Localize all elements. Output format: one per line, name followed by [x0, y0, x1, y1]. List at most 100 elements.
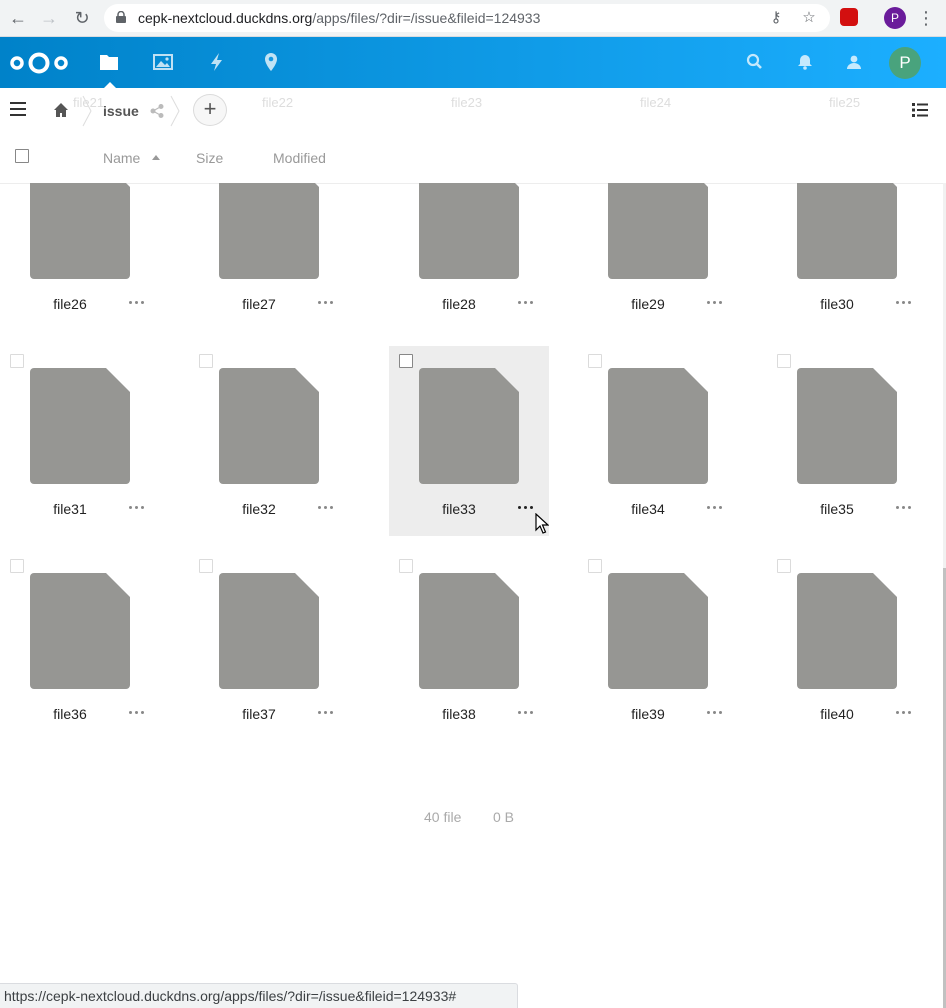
file-name[interactable]: file33 — [442, 501, 475, 517]
file-thumbnail-icon[interactable] — [608, 573, 708, 689]
hamburger-menu-icon[interactable] — [10, 102, 26, 116]
file-name[interactable]: file37 — [242, 706, 275, 722]
file-tile[interactable]: file40 — [767, 551, 927, 741]
file-tile[interactable]: file38 — [389, 551, 549, 741]
more-actions-icon[interactable] — [318, 710, 334, 716]
maps-icon[interactable] — [259, 50, 283, 74]
column-header-modified[interactable]: Modified — [273, 150, 326, 166]
files-icon[interactable] — [97, 50, 121, 88]
more-actions-icon[interactable] — [129, 300, 145, 306]
file-select-checkbox[interactable] — [588, 559, 602, 573]
file-tile[interactable]: file36 — [0, 551, 160, 741]
more-actions-icon[interactable] — [518, 300, 534, 306]
extension-icon[interactable] — [840, 8, 858, 26]
new-file-button[interactable]: + — [193, 94, 227, 126]
file-select-checkbox[interactable] — [10, 354, 24, 368]
more-actions-icon[interactable] — [518, 710, 534, 716]
file-tile[interactable]: file34 — [578, 346, 738, 536]
file-tile[interactable]: file32 — [189, 346, 349, 536]
file-thumbnail-icon[interactable] — [797, 183, 897, 279]
file-tile[interactable]: file33 — [389, 346, 549, 536]
file-tile[interactable]: file37 — [189, 551, 349, 741]
file-name[interactable]: file28 — [442, 296, 475, 312]
more-actions-icon[interactable] — [129, 505, 145, 511]
file-thumbnail-icon[interactable] — [608, 368, 708, 484]
file-select-checkbox[interactable] — [199, 559, 213, 573]
star-icon[interactable]: ☆ — [799, 8, 819, 28]
file-thumbnail-icon[interactable] — [797, 573, 897, 689]
contacts-icon[interactable] — [845, 52, 865, 72]
more-actions-icon[interactable] — [318, 505, 334, 511]
user-avatar[interactable]: P — [889, 47, 921, 79]
more-actions-icon[interactable] — [707, 710, 723, 716]
column-header-size[interactable]: Size — [196, 150, 223, 166]
browser-menu-icon[interactable]: ⋮ — [916, 6, 936, 30]
select-all-checkbox[interactable] — [15, 149, 29, 163]
file-name[interactable]: file40 — [820, 706, 853, 722]
file-tile[interactable]: file29 — [578, 183, 738, 331]
file-thumbnail-icon[interactable] — [30, 573, 130, 689]
notifications-bell-icon[interactable] — [795, 52, 815, 72]
dot-icon — [518, 301, 521, 304]
file-name[interactable]: file34 — [631, 501, 664, 517]
file-name[interactable]: file35 — [820, 501, 853, 517]
file-tile[interactable]: file31 — [0, 346, 160, 536]
file-select-checkbox[interactable] — [777, 354, 791, 368]
file-thumbnail-icon[interactable] — [30, 368, 130, 484]
list-view-toggle-icon[interactable] — [912, 102, 928, 118]
more-actions-icon[interactable] — [707, 300, 723, 306]
file-tile[interactable]: file26 — [0, 183, 160, 331]
share-icon[interactable] — [149, 103, 165, 119]
more-actions-icon[interactable] — [518, 505, 534, 511]
file-thumbnail-icon[interactable] — [219, 368, 319, 484]
file-name[interactable]: file39 — [631, 706, 664, 722]
file-select-checkbox[interactable] — [399, 354, 413, 368]
file-thumbnail-icon[interactable] — [419, 368, 519, 484]
file-name[interactable]: file29 — [631, 296, 664, 312]
file-tile[interactable]: file35 — [767, 346, 927, 536]
file-select-checkbox[interactable] — [199, 354, 213, 368]
file-tile[interactable]: file28 — [389, 183, 549, 331]
file-thumbnail-icon[interactable] — [608, 183, 708, 279]
key-icon[interactable]: ⚷ — [766, 8, 786, 28]
file-tile[interactable]: file39 — [578, 551, 738, 741]
more-actions-icon[interactable] — [896, 710, 912, 716]
more-actions-icon[interactable] — [896, 505, 912, 511]
file-name[interactable]: file30 — [820, 296, 853, 312]
file-select-checkbox[interactable] — [588, 354, 602, 368]
file-name[interactable]: file27 — [242, 296, 275, 312]
mouse-pointer-icon — [535, 513, 549, 534]
column-header-name[interactable]: Name — [103, 150, 140, 166]
file-select-checkbox[interactable] — [399, 559, 413, 573]
file-select-checkbox[interactable] — [777, 559, 791, 573]
breadcrumb-issue[interactable]: issue — [103, 103, 139, 119]
file-name[interactable]: file32 — [242, 501, 275, 517]
file-tile[interactable]: file30 — [767, 183, 927, 331]
address-bar[interactable]: cepk-nextcloud.duckdns.org/apps/files/?d… — [104, 4, 830, 32]
activity-icon[interactable] — [205, 50, 229, 74]
home-icon[interactable] — [53, 102, 69, 118]
file-thumbnail-icon[interactable] — [419, 183, 519, 279]
more-actions-icon[interactable] — [896, 300, 912, 306]
file-name[interactable]: file31 — [53, 501, 86, 517]
file-name[interactable]: file26 — [53, 296, 86, 312]
search-icon[interactable] — [745, 52, 765, 72]
more-actions-icon[interactable] — [318, 300, 334, 306]
file-thumbnail-icon[interactable] — [219, 573, 319, 689]
file-thumbnail-icon[interactable] — [219, 183, 319, 279]
more-actions-icon[interactable] — [129, 710, 145, 716]
file-select-checkbox[interactable] — [10, 559, 24, 573]
more-actions-icon[interactable] — [707, 505, 723, 511]
reload-icon[interactable]: ↻ — [70, 6, 94, 30]
nextcloud-logo-icon[interactable] — [8, 49, 70, 77]
file-tile[interactable]: file27 — [189, 183, 349, 331]
file-thumbnail-icon[interactable] — [30, 183, 130, 279]
forward-arrow-icon[interactable]: → — [37, 6, 61, 30]
file-thumbnail-icon[interactable] — [419, 573, 519, 689]
file-name[interactable]: file36 — [53, 706, 86, 722]
photos-icon[interactable] — [151, 50, 175, 74]
browser-profile-avatar[interactable]: P — [884, 7, 906, 29]
file-thumbnail-icon[interactable] — [797, 368, 897, 484]
file-name[interactable]: file38 — [442, 706, 475, 722]
back-arrow-icon[interactable]: ← — [6, 6, 30, 30]
